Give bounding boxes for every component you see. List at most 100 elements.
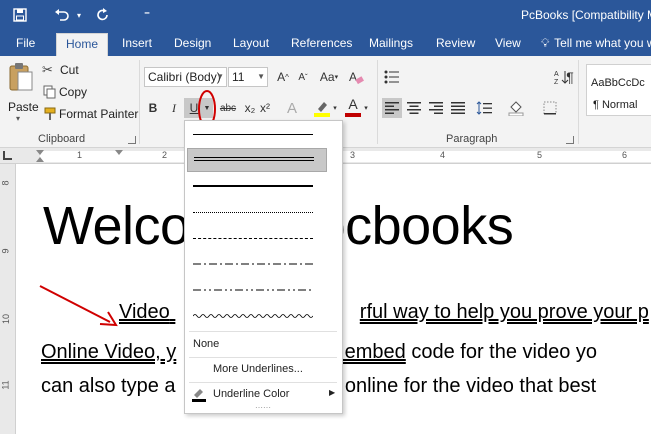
underline-color-icon xyxy=(192,389,206,402)
underline-none-item[interactable]: None xyxy=(193,338,219,350)
clear-formatting-button[interactable]: A xyxy=(346,67,366,87)
highlight-button[interactable] xyxy=(312,98,332,118)
first-line-indent-icon[interactable] xyxy=(36,150,44,155)
font-color-button[interactable]: A xyxy=(343,96,363,117)
clipboard-launcher-icon[interactable] xyxy=(128,136,136,144)
italic-button[interactable]: I xyxy=(164,98,184,118)
font-color-bar xyxy=(345,113,361,117)
paragraph-text: rch online for the video that best xyxy=(311,375,597,397)
clipboard-group-label: Clipboard xyxy=(38,133,86,145)
ruler-mark: 6 xyxy=(622,150,628,160)
tab-design[interactable]: Design xyxy=(174,32,211,56)
font-color-dropdown-icon[interactable]: ▾ xyxy=(361,98,371,118)
ribbon-tabs: File Home Insert Design Layout Reference… xyxy=(0,32,651,56)
copy-button[interactable]: Copy xyxy=(42,84,102,102)
shrink-font-button[interactable]: Aˇ xyxy=(293,67,313,87)
ruler-mark: 1 xyxy=(77,150,83,160)
undo-icon[interactable] xyxy=(52,3,72,27)
paint-bucket-icon xyxy=(508,101,524,116)
font-size-value: 11 xyxy=(232,70,245,84)
ruler-mark: 4 xyxy=(440,150,446,160)
paragraph-launcher-icon[interactable] xyxy=(566,136,574,144)
tab-selector-icon[interactable] xyxy=(3,151,12,160)
bold-button[interactable]: B xyxy=(143,98,163,118)
underline-style-dot-dash[interactable] xyxy=(185,253,342,277)
style-normal-tile[interactable]: AaBbCcDc ¶ Normal xyxy=(586,64,651,116)
format-painter-label: Format Painter xyxy=(59,107,139,121)
paste-button[interactable]: Paste ▾ xyxy=(6,62,39,123)
underline-style-single[interactable] xyxy=(185,123,342,147)
window-title: PcBooks [Compatibility Mo xyxy=(521,8,651,22)
superscript-button[interactable]: x² xyxy=(255,98,275,118)
save-icon[interactable] xyxy=(10,3,30,27)
underline-color-item[interactable]: Underline Color ▶ xyxy=(185,385,342,405)
borders-button[interactable] xyxy=(540,98,560,118)
paste-icon xyxy=(9,63,33,91)
line-sample xyxy=(194,160,314,161)
align-center-button[interactable] xyxy=(404,98,424,118)
more-underlines-item[interactable]: More Underlines... xyxy=(213,363,303,375)
paragraph-group-label: Paragraph xyxy=(446,133,498,145)
font-size-combo[interactable]: 11 ▼ xyxy=(228,67,268,87)
paragraph-text: can also type a xyxy=(41,375,176,397)
paste-dropdown-icon[interactable]: ▾ xyxy=(16,114,20,123)
underline-style-dashed[interactable] xyxy=(185,227,342,251)
align-center-icon xyxy=(407,102,421,114)
line-sample xyxy=(193,134,313,135)
tab-stop-icon[interactable] xyxy=(115,150,123,155)
text-effects-button[interactable]: A xyxy=(282,98,302,118)
bullets-button[interactable] xyxy=(382,67,402,87)
group-divider xyxy=(377,60,378,144)
tab-mailings[interactable]: Mailings xyxy=(369,32,413,56)
style-name-label: ¶ Normal xyxy=(593,99,638,111)
shrink-font-icon: A xyxy=(298,71,305,83)
style-preview-text: AaBbCcDc xyxy=(591,77,645,89)
tab-view[interactable]: View xyxy=(495,32,521,56)
resize-grip-icon[interactable]: ⋯⋯ xyxy=(255,403,271,412)
tell-me-box[interactable]: 💡︎ Tell me what you w xyxy=(541,32,651,56)
submenu-arrow-icon: ▶ xyxy=(329,388,336,397)
tab-review[interactable]: Review xyxy=(436,32,475,56)
line-sample xyxy=(193,238,313,239)
shading-button[interactable] xyxy=(506,98,526,118)
line-spacing-button[interactable] xyxy=(474,98,494,118)
line-sample xyxy=(193,212,313,213)
cut-button[interactable]: ✂ Cut xyxy=(42,62,92,80)
vertical-ruler[interactable]: 8 9 10 11 xyxy=(0,164,16,434)
underline-style-dotted[interactable] xyxy=(185,201,342,225)
customize-qat-icon[interactable]: ⁼ xyxy=(140,3,154,27)
tab-layout[interactable]: Layout xyxy=(233,32,269,56)
grow-font-button[interactable]: A ^ xyxy=(273,67,293,87)
font-color-icon: A xyxy=(348,96,358,112)
tab-insert[interactable]: Insert xyxy=(122,32,152,56)
align-right-button[interactable] xyxy=(426,98,446,118)
tab-home[interactable]: Home xyxy=(56,33,108,56)
svg-text:A: A xyxy=(349,70,357,84)
underline-style-thick[interactable] xyxy=(185,175,342,199)
tab-file[interactable]: File xyxy=(16,32,35,56)
undo-dropdown-icon[interactable]: ▾ xyxy=(74,3,84,27)
font-name-combo[interactable]: Calibri (Body) ▼ xyxy=(144,67,227,87)
redo-icon[interactable] xyxy=(93,3,113,27)
heading-text-right: ocbooks xyxy=(315,196,514,256)
ruler-text-area xyxy=(40,151,651,162)
paragraph-text: code for the video yo xyxy=(405,341,598,363)
hanging-indent-icon[interactable] xyxy=(36,157,44,162)
pilcrow-button[interactable]: ¶ xyxy=(560,67,580,87)
line-sample xyxy=(193,263,313,265)
highlight-dropdown-icon[interactable]: ▾ xyxy=(330,98,340,118)
ruler-mark: 9 xyxy=(0,248,11,254)
clear-formatting-icon: A xyxy=(349,70,364,85)
underline-style-double[interactable] xyxy=(187,148,327,172)
menu-divider xyxy=(189,331,337,332)
tab-references[interactable]: References xyxy=(291,32,352,56)
justify-button[interactable] xyxy=(448,98,468,118)
justify-icon xyxy=(451,102,465,114)
lightbulb-icon: 💡︎ xyxy=(541,36,550,50)
underline-style-dot-dot-dash[interactable] xyxy=(185,279,342,303)
format-painter-button[interactable]: Format Painter xyxy=(42,106,139,124)
paste-label: Paste xyxy=(8,100,39,114)
change-case-button[interactable]: Aa ▾ xyxy=(316,67,342,87)
underline-style-wave[interactable] xyxy=(185,305,342,329)
align-left-button[interactable] xyxy=(382,98,402,118)
